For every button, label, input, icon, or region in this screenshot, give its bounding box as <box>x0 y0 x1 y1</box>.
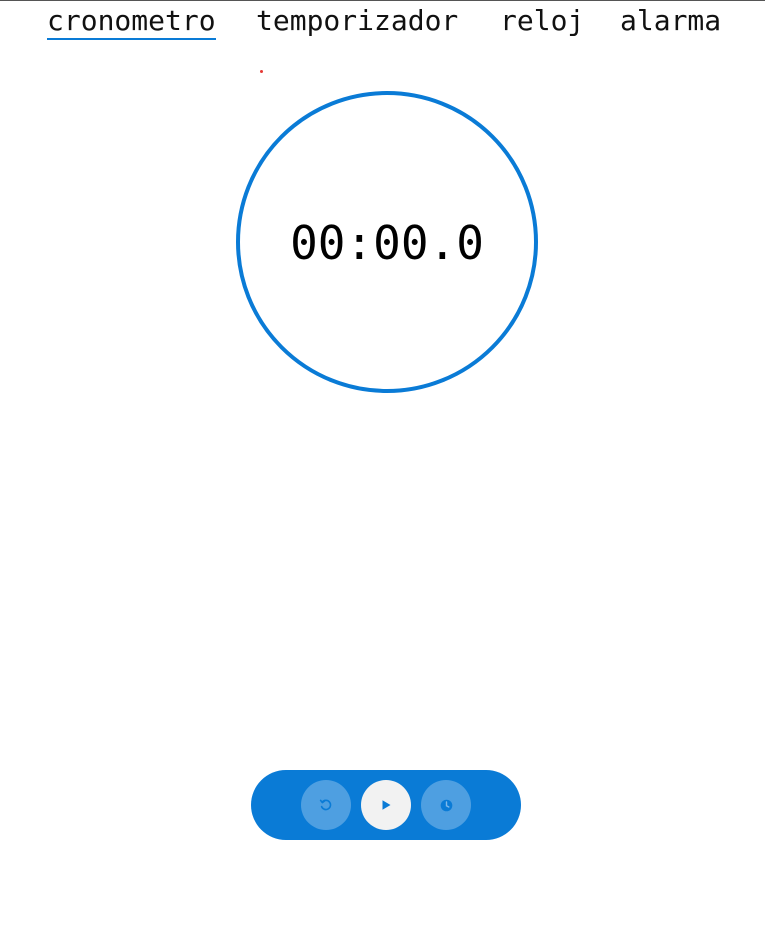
stopwatch-time: 00:00.0 <box>290 216 484 270</box>
clock-icon <box>440 799 452 811</box>
play-icon <box>382 800 391 810</box>
control-bar <box>251 770 521 840</box>
reset-icon <box>319 799 332 811</box>
stopwatch-dial: 00:00.0 <box>236 91 538 393</box>
top-divider <box>0 0 765 1</box>
tab-temporizador[interactable]: temporizador <box>256 4 458 38</box>
tab-alarma[interactable]: alarma <box>620 4 721 38</box>
reset-button[interactable] <box>301 780 351 830</box>
tab-reloj[interactable]: reloj <box>500 4 584 38</box>
lap-button[interactable] <box>421 780 471 830</box>
tab-bar: cronometro temporizador reloj alarma <box>0 4 765 44</box>
red-marker-dot <box>260 70 263 73</box>
play-button[interactable] <box>361 780 411 830</box>
tab-cronometro[interactable]: cronometro <box>47 4 216 40</box>
